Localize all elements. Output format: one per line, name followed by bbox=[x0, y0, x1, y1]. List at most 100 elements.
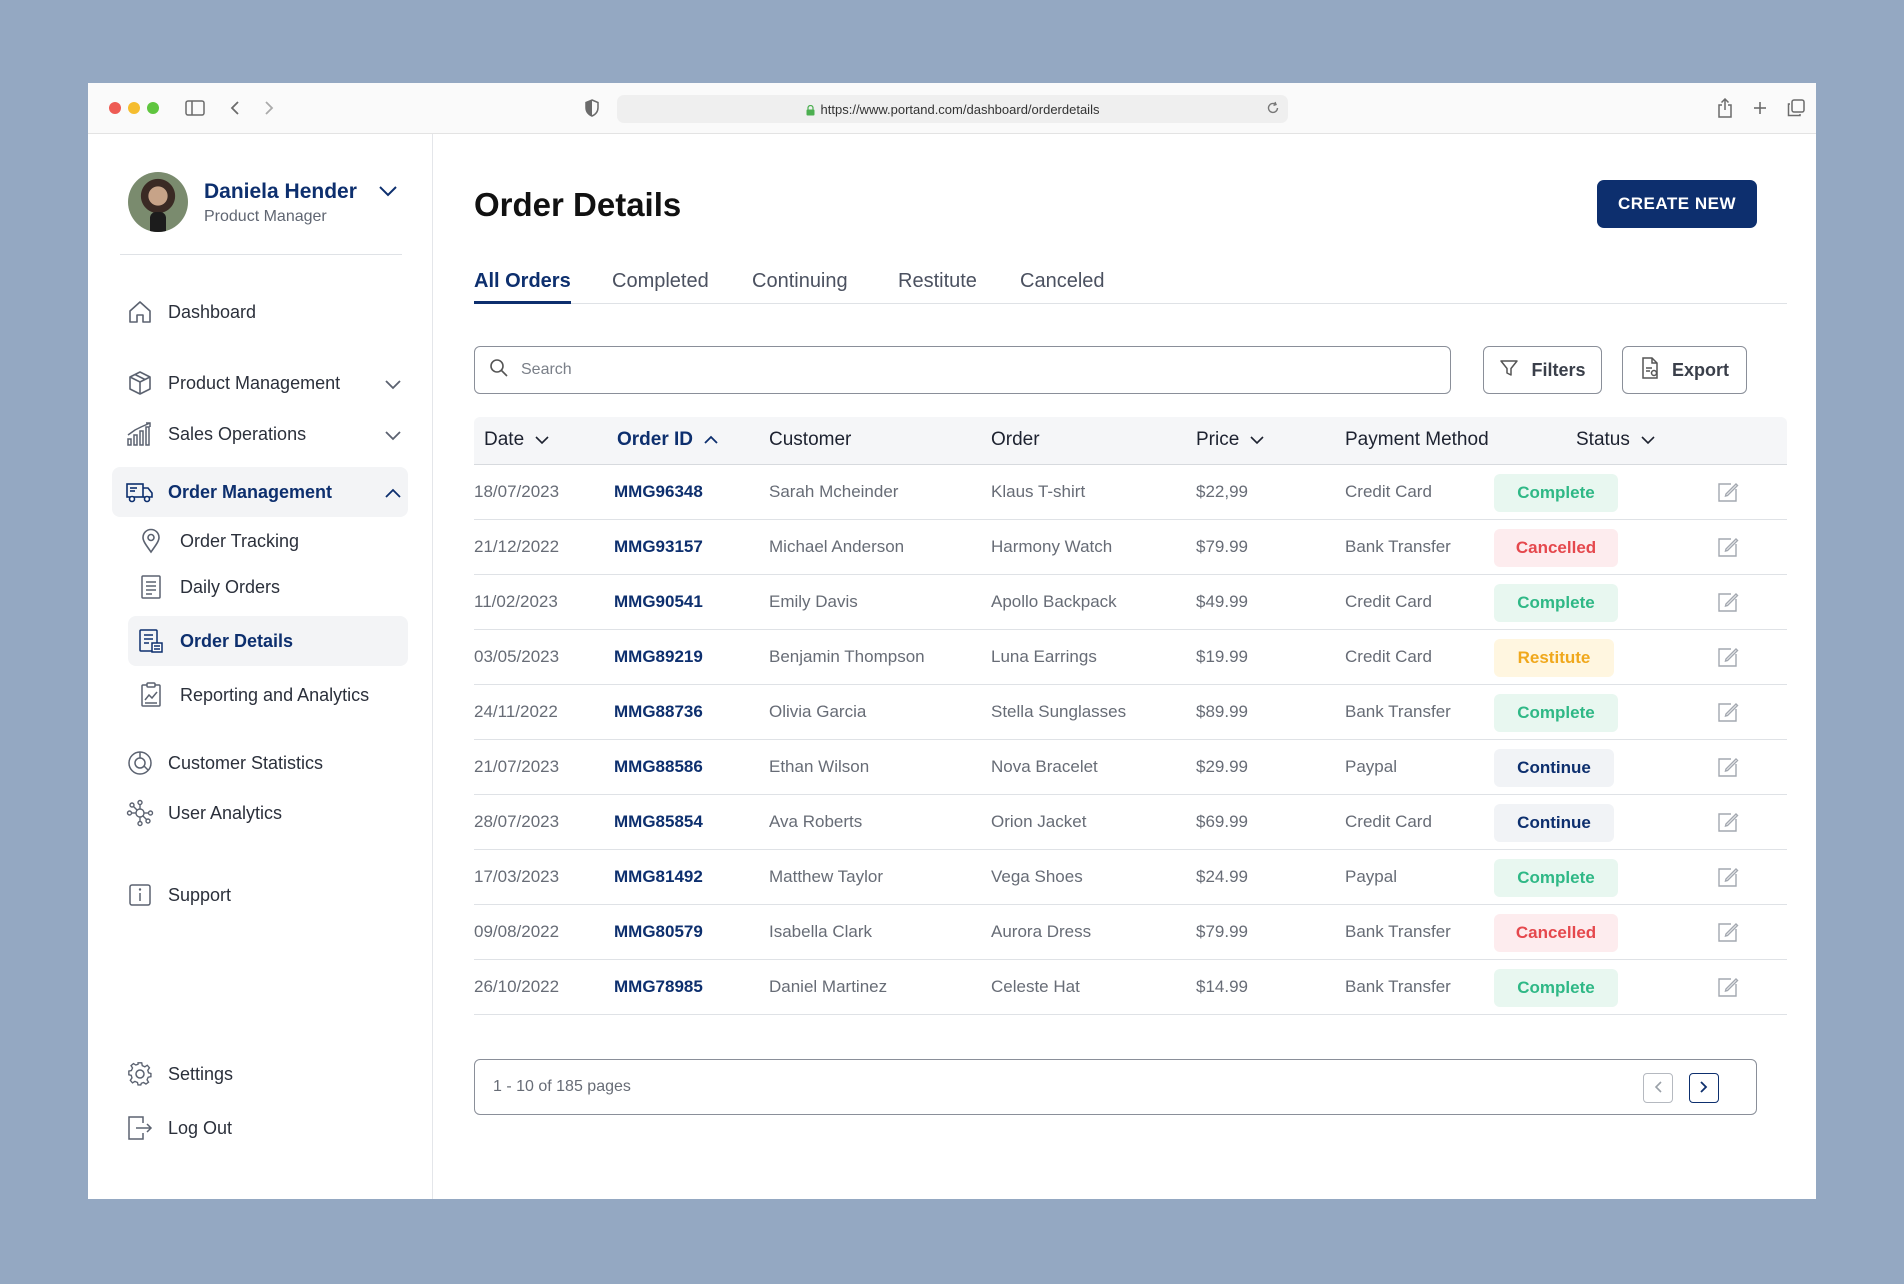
cell-order: Stella Sunglasses bbox=[991, 702, 1127, 721]
table-row[interactable]: 21/07/2023 MMG88586 Ethan Wilson Nova Brace… bbox=[474, 740, 1787, 795]
back-icon[interactable] bbox=[224, 97, 246, 119]
edit-icon[interactable] bbox=[1717, 976, 1739, 1003]
edit-icon[interactable] bbox=[1717, 481, 1739, 508]
sidebar-item-customer-statistics[interactable]: Customer Statistics bbox=[112, 738, 408, 788]
edit-icon[interactable] bbox=[1717, 646, 1739, 673]
box-icon bbox=[126, 369, 154, 397]
cell-customer: Emily Davis bbox=[769, 592, 858, 611]
privacy-shield-icon[interactable] bbox=[581, 97, 603, 119]
sidebar-item-order-management[interactable]: Order Management bbox=[112, 467, 408, 517]
chevron-up-icon[interactable] bbox=[384, 483, 402, 504]
cell-customer: Michael Anderson bbox=[769, 537, 905, 556]
edit-icon[interactable] bbox=[1717, 921, 1739, 948]
tab-continuing[interactable]: Continuing bbox=[752, 270, 848, 304]
export-button[interactable]: Export bbox=[1622, 346, 1747, 394]
sidebar-item-sales-operations[interactable]: Sales Operations bbox=[112, 409, 408, 459]
user-profile[interactable]: Daniela Hender Product Manager bbox=[128, 172, 397, 232]
main-content: Order Details CREATE NEW All Orders Comp… bbox=[434, 134, 1816, 1199]
tab-canceled[interactable]: Canceled bbox=[1020, 270, 1105, 304]
address-bar[interactable]: https://www.portand.com/dashboard/orderd… bbox=[617, 95, 1288, 123]
status-badge: Complete bbox=[1494, 474, 1618, 512]
url-text: https://www.portand.com/dashboard/orderd… bbox=[820, 101, 1100, 117]
sidebar-item-dashboard[interactable]: Dashboard bbox=[112, 287, 408, 337]
edit-icon[interactable] bbox=[1717, 756, 1739, 783]
table-row[interactable]: 03/05/2023 MMG89219 Benjamin Thompson Luna … bbox=[474, 630, 1787, 685]
table-row[interactable]: 24/11/2022 MMG88736 Olivia Garcia Stella Su… bbox=[474, 685, 1787, 740]
tab-all-orders[interactable]: All Orders bbox=[474, 270, 571, 304]
cell-order-id[interactable]: MMG88586 bbox=[614, 757, 703, 777]
cell-order: Luna Earrings bbox=[991, 647, 1097, 666]
create-new-button[interactable]: CREATE NEW bbox=[1597, 180, 1757, 228]
status-badge: Restitute bbox=[1494, 639, 1614, 677]
tab-restitute[interactable]: Restitute bbox=[898, 270, 977, 304]
previous-page-button[interactable] bbox=[1643, 1073, 1673, 1103]
sidebar-item-label: Daily Orders bbox=[180, 576, 281, 597]
sidebar-item-label: Order Details bbox=[180, 630, 294, 651]
table-row[interactable]: 21/12/2022 MMG93157 Michael Anderson Harmon… bbox=[474, 520, 1787, 575]
edit-icon[interactable] bbox=[1717, 701, 1739, 728]
sidebar-item-user-analytics[interactable]: User Analytics bbox=[112, 788, 408, 838]
header-date[interactable]: Date bbox=[484, 429, 550, 451]
cell-order-id[interactable]: MMG88736 bbox=[614, 702, 703, 722]
close-window-dot[interactable] bbox=[109, 102, 121, 114]
order-tabs: All Orders Completed Continuing Restitut… bbox=[474, 264, 1787, 304]
new-tab-icon[interactable] bbox=[1749, 97, 1771, 119]
cell-price: $22,99 bbox=[1196, 482, 1248, 501]
edit-icon[interactable] bbox=[1717, 591, 1739, 618]
edit-icon[interactable] bbox=[1717, 811, 1739, 838]
cell-order-id[interactable]: MMG85854 bbox=[614, 812, 703, 832]
header-status[interactable]: Status bbox=[1576, 429, 1656, 451]
forward-icon[interactable] bbox=[258, 97, 280, 119]
sidebar-toggle-icon[interactable] bbox=[184, 97, 206, 119]
chevron-down-icon bbox=[534, 429, 550, 451]
table-row[interactable]: 09/08/2022 MMG80579 Isabella Clark Aurora D… bbox=[474, 905, 1787, 960]
header-payment-method: Payment Method bbox=[1345, 429, 1489, 451]
sidebar-item-support[interactable]: Support bbox=[112, 870, 408, 920]
reload-icon[interactable] bbox=[1266, 101, 1280, 118]
tab-completed[interactable]: Completed bbox=[612, 270, 709, 304]
maximize-window-dot[interactable] bbox=[147, 102, 159, 114]
table-row[interactable]: 28/07/2023 MMG85854 Ava Roberts Orion Jacke… bbox=[474, 795, 1787, 850]
chevron-down-icon[interactable] bbox=[384, 425, 402, 446]
search-icon bbox=[489, 358, 509, 383]
cell-price: $49.99 bbox=[1196, 592, 1248, 611]
filters-button[interactable]: Filters bbox=[1483, 346, 1602, 394]
chevron-down-icon[interactable] bbox=[384, 374, 402, 395]
sidebar-item-reporting-analytics[interactable]: Reporting and Analytics bbox=[128, 670, 408, 720]
sidebar-item-product-management[interactable]: Product Management bbox=[112, 358, 408, 408]
cell-order-id[interactable]: MMG80579 bbox=[614, 922, 703, 942]
sidebar-item-label: Reporting and Analytics bbox=[180, 684, 370, 705]
cell-order-id[interactable]: MMG81492 bbox=[614, 867, 703, 887]
edit-icon[interactable] bbox=[1717, 536, 1739, 563]
sidebar-item-order-details[interactable]: Order Details bbox=[128, 616, 408, 666]
cell-price: $14.99 bbox=[1196, 977, 1248, 996]
cell-customer: Olivia Garcia bbox=[769, 702, 867, 721]
search-input[interactable] bbox=[521, 361, 1421, 379]
next-page-button[interactable] bbox=[1689, 1073, 1719, 1103]
cell-order: Vega Shoes bbox=[991, 867, 1083, 886]
table-row[interactable]: 18/07/2023 MMG96348 Sarah Mcheinder Klaus T… bbox=[474, 465, 1787, 520]
header-order-id[interactable]: Order ID bbox=[617, 429, 719, 451]
cell-order-id[interactable]: MMG93157 bbox=[614, 537, 703, 557]
share-icon[interactable] bbox=[1714, 97, 1736, 119]
lock-icon bbox=[806, 104, 815, 115]
sidebar-item-settings[interactable]: Settings bbox=[112, 1049, 408, 1099]
cell-order-id[interactable]: MMG90541 bbox=[614, 592, 703, 612]
tabs-overview-icon[interactable] bbox=[1785, 97, 1807, 119]
edit-icon[interactable] bbox=[1717, 866, 1739, 893]
sidebar-item-order-tracking[interactable]: Order Tracking bbox=[128, 516, 408, 566]
table-row[interactable]: 26/10/2022 MMG78985 Daniel Martinez Celeste… bbox=[474, 960, 1787, 1015]
sidebar-item-daily-orders[interactable]: Daily Orders bbox=[128, 562, 408, 612]
table-row[interactable]: 11/02/2023 MMG90541 Emily Davis Apollo Back… bbox=[474, 575, 1787, 630]
minimize-window-dot[interactable] bbox=[128, 102, 140, 114]
chevron-down-icon[interactable] bbox=[378, 184, 398, 202]
sidebar-item-logout[interactable]: Log Out bbox=[112, 1103, 408, 1153]
header-label: Payment Method bbox=[1345, 429, 1489, 450]
cell-order-id[interactable]: MMG89219 bbox=[614, 647, 703, 667]
sidebar-item-label: Sales Operations bbox=[168, 423, 307, 444]
cell-order-id[interactable]: MMG78985 bbox=[614, 977, 703, 997]
cell-order-id[interactable]: MMG96348 bbox=[614, 482, 703, 502]
page-title: Order Details bbox=[474, 186, 682, 223]
table-row[interactable]: 17/03/2023 MMG81492 Matthew Taylor Vega Sho… bbox=[474, 850, 1787, 905]
header-price[interactable]: Price bbox=[1196, 429, 1265, 451]
